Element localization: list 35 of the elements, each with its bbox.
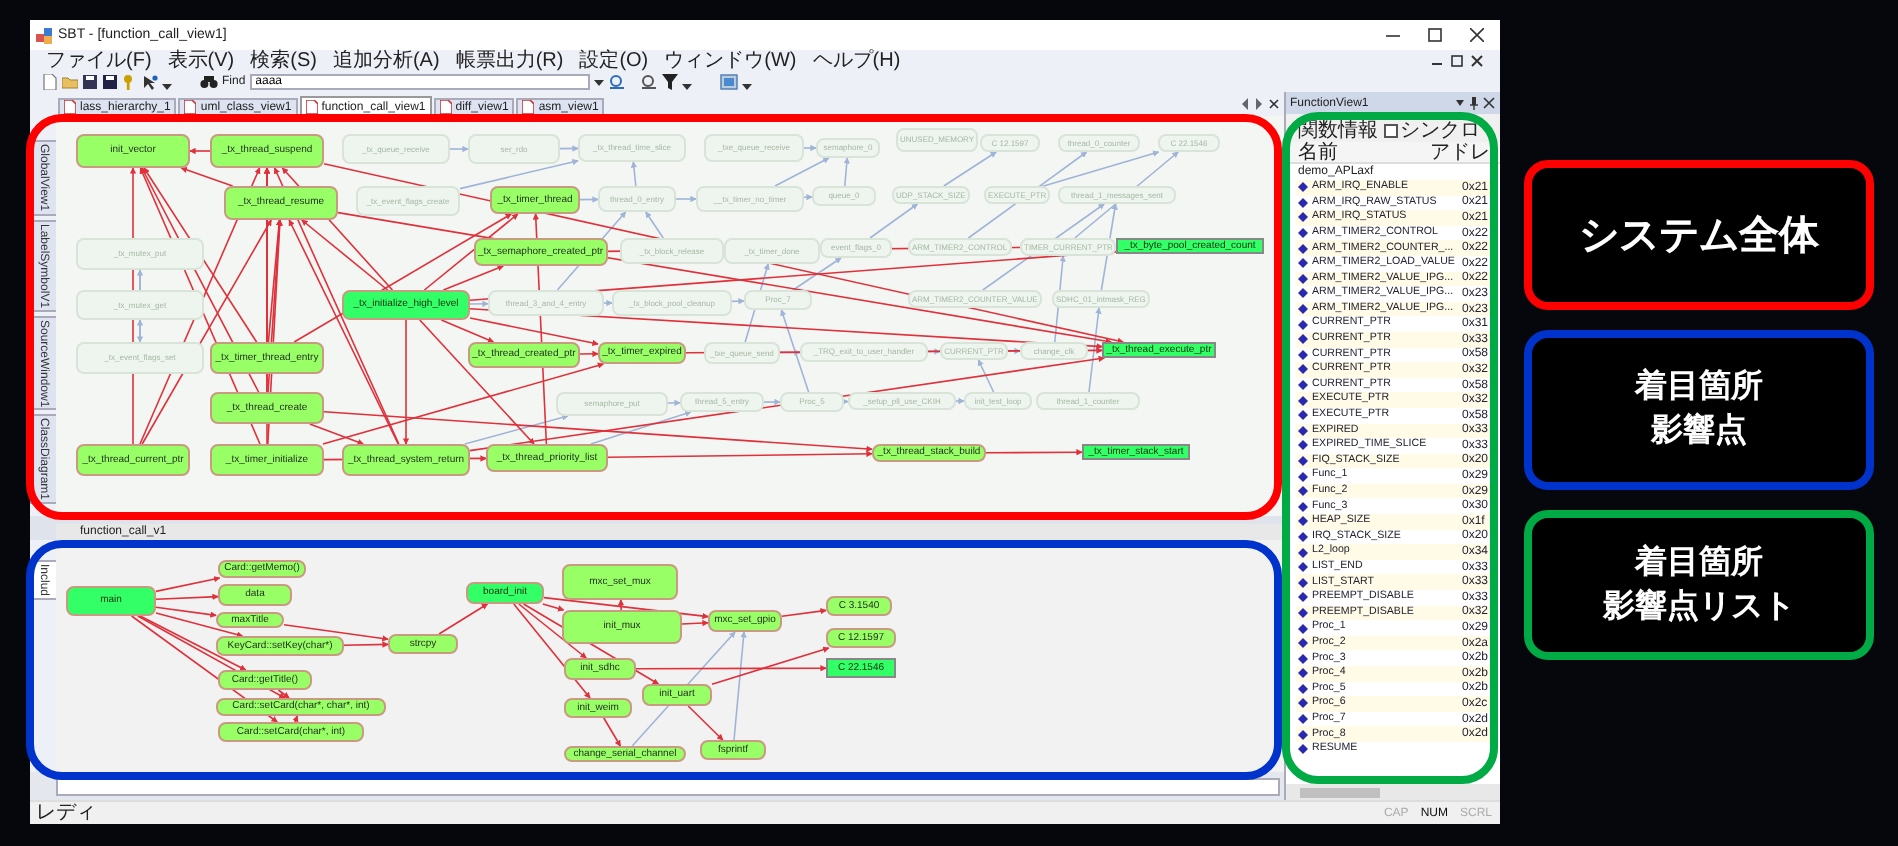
- document-icon: [439, 100, 452, 114]
- annotation-text: 着目箇所: [1635, 372, 1763, 404]
- menu-item[interactable]: 検索(S): [250, 50, 317, 72]
- menu-item[interactable]: ファイル(F): [46, 50, 152, 72]
- sync-checkbox[interactable]: [1384, 124, 1398, 138]
- checkbox-label: シンクロ: [1400, 120, 1480, 142]
- document-icon: [522, 100, 535, 114]
- menu-item[interactable]: 表示(V): [167, 50, 235, 72]
- menu-item[interactable]: 設定(O): [579, 50, 649, 72]
- annotation-text: 着目箇所: [1635, 547, 1763, 579]
- document-icon: [305, 100, 318, 114]
- save-all-icon[interactable]: [102, 74, 118, 90]
- annotation-text: 影響点リスト: [1603, 591, 1795, 623]
- maximize-icon: [1427, 28, 1441, 42]
- column-header[interactable]: 名前: [1294, 142, 1430, 162]
- column-header[interactable]: アドレ: [1430, 142, 1490, 162]
- menu-item[interactable]: ウィンドウ(W): [664, 50, 797, 72]
- status-text: レディ: [36, 801, 98, 825]
- annotation-text: システム全体: [1579, 215, 1819, 255]
- save-icon[interactable]: [82, 74, 98, 90]
- panel-controls-icon[interactable]: [1456, 96, 1496, 110]
- horizontal-scrollbar[interactable]: [1286, 784, 1500, 800]
- menu-item[interactable]: 追加分析(A): [332, 50, 440, 72]
- menu-item[interactable]: 帳票出力(R): [455, 50, 564, 72]
- document-icon: [64, 100, 76, 114]
- document-icon: [184, 100, 197, 114]
- binoculars-icon[interactable]: [200, 74, 218, 90]
- menu-item[interactable]: ヘルプ(H): [812, 50, 901, 72]
- close-icon: [1469, 28, 1483, 42]
- reference-arrow-lines: [631, 631, 747, 747]
- tab-navigation-icon[interactable]: [1240, 96, 1280, 112]
- document-controls-icon[interactable]: [1432, 54, 1484, 68]
- annotation-text: 影響点: [1651, 416, 1747, 448]
- app-logo-icon: [36, 27, 52, 43]
- dropdown-arrow-icon[interactable]: [593, 74, 604, 90]
